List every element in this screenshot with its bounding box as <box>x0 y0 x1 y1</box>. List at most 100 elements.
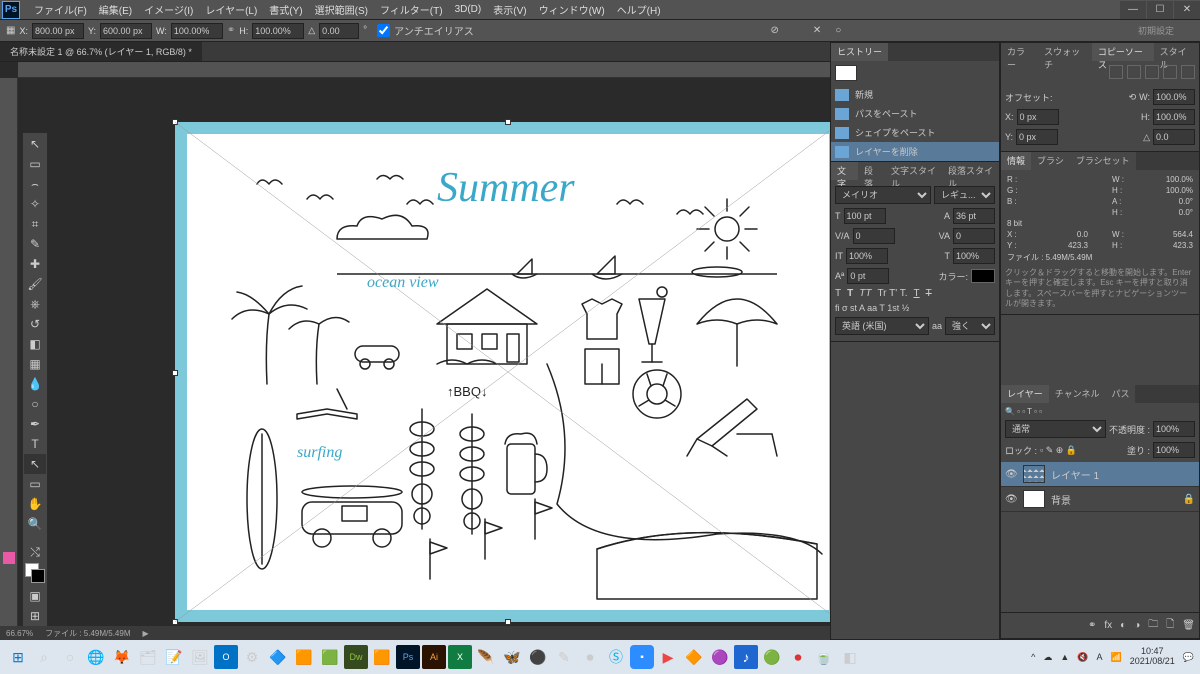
illustrator-icon[interactable]: Ai <box>422 645 446 669</box>
history-item[interactable]: レイヤーを削除 <box>831 142 999 161</box>
tray-volume-icon[interactable]: 🔇 <box>1077 652 1088 663</box>
transform-handle[interactable] <box>505 619 511 625</box>
zoom-tool[interactable]: 🔍 <box>24 514 46 534</box>
marquee-tool[interactable]: ▭ <box>24 154 46 174</box>
skype-icon[interactable]: Ⓢ <box>604 645 628 669</box>
clone-src-icon[interactable] <box>1163 65 1177 79</box>
swatch-tab[interactable]: スウォッチ <box>1038 43 1092 61</box>
src-x-input[interactable] <box>1017 109 1059 125</box>
crop-tool[interactable]: ⌗ <box>24 214 46 234</box>
font-select[interactable]: メイリオ <box>835 186 931 204</box>
app-icon[interactable]: 🔷 <box>266 645 290 669</box>
chrome-icon[interactable]: 🌐 <box>84 645 108 669</box>
baseline-input[interactable] <box>847 268 889 284</box>
charstyle-tab[interactable]: 文字スタイル <box>885 162 942 180</box>
leading-input[interactable] <box>953 208 995 224</box>
preset-label[interactable]: 初期設定 <box>1138 24 1174 37</box>
char-tab[interactable]: 文字 <box>831 162 858 180</box>
tray-chevron-icon[interactable]: ^ <box>1031 652 1035 662</box>
copysource-tab[interactable]: コピーソース <box>1092 43 1154 61</box>
menu-select[interactable]: 選択範囲(S) <box>309 0 374 20</box>
excel-icon[interactable]: X <box>448 645 472 669</box>
brush-tool[interactable]: 🖌 <box>24 274 46 294</box>
firefox-icon[interactable]: 🦊 <box>110 645 134 669</box>
opt-w-input[interactable] <box>171 23 223 39</box>
menu-type[interactable]: 書式(Y) <box>263 0 308 20</box>
group-icon[interactable]: 🗀 <box>1148 617 1158 634</box>
layers-tab[interactable]: レイヤー <box>1001 385 1049 403</box>
transform-handle[interactable] <box>172 370 178 376</box>
color-tab[interactable]: カラー <box>1001 43 1038 61</box>
parastyle-tab[interactable]: 段落スタイル <box>942 162 999 180</box>
menu-window[interactable]: ウィンドウ(W) <box>533 0 611 20</box>
cancel-icon[interactable]: ✕ <box>813 25 821 36</box>
transform-handle[interactable] <box>172 119 178 125</box>
vlc-icon[interactable]: 🔶 <box>682 645 706 669</box>
explorer-icon[interactable]: 🗂 <box>136 645 160 669</box>
opt-y-input[interactable] <box>100 23 152 39</box>
menu-image[interactable]: イメージ(I) <box>138 0 199 20</box>
mask-icon[interactable]: ◐ <box>1120 620 1126 631</box>
eyedropper-tool[interactable]: ✎ <box>24 234 46 254</box>
app-icon[interactable]: 🟩 <box>318 645 342 669</box>
adj-icon[interactable]: ◑ <box>1134 620 1140 631</box>
notes-icon[interactable]: 📝 <box>162 645 186 669</box>
hand-tool[interactable]: ✋ <box>24 494 46 514</box>
track-input[interactable] <box>953 228 995 244</box>
app-icon[interactable]: 🟣 <box>708 645 732 669</box>
shape-tool[interactable]: ▭ <box>24 474 46 494</box>
layer-row[interactable]: 👁レイヤー 1 <box>1001 462 1199 487</box>
style-select[interactable]: レギュ... <box>934 186 995 204</box>
photoshop-icon[interactable]: Ps <box>396 645 420 669</box>
history-item[interactable]: シェイプをペースト <box>831 123 999 142</box>
dreamweaver-icon[interactable]: Dw <box>344 645 368 669</box>
app-icon[interactable]: 🍵 <box>812 645 836 669</box>
src-a-input[interactable] <box>1153 129 1195 145</box>
clock[interactable]: 10:472021/08/21 <box>1130 647 1175 667</box>
app-icon[interactable]: 🦋 <box>500 645 524 669</box>
pen-tool[interactable]: ✒ <box>24 414 46 434</box>
menu-help[interactable]: ヘルプ(H) <box>611 0 667 20</box>
tray-ime-icon[interactable]: A <box>1097 652 1103 662</box>
paths-tab[interactable]: パス <box>1105 385 1135 403</box>
channels-tab[interactable]: チャンネル <box>1049 385 1106 403</box>
photos-icon[interactable]: 🖼 <box>188 645 212 669</box>
transform-handle[interactable] <box>505 119 511 125</box>
tray-drive-icon[interactable]: ▲ <box>1060 652 1069 662</box>
cancel-transform-icon[interactable]: ⊘ <box>770 25 778 36</box>
app-icon[interactable]: 🪶 <box>474 645 498 669</box>
brush-tab[interactable]: ブラシ <box>1031 152 1070 170</box>
search-button[interactable]: ⌕ <box>32 645 56 669</box>
record-icon[interactable]: ⏺ <box>786 645 810 669</box>
app-icon[interactable]: ♪ <box>734 645 758 669</box>
menu-layer[interactable]: レイヤー(L) <box>199 0 263 20</box>
sublime-icon[interactable]: 🟧 <box>370 645 394 669</box>
history-item[interactable]: 新規 <box>831 85 999 104</box>
screen-mode-tool[interactable]: ⊞ <box>24 606 46 626</box>
antialias-checkbox[interactable] <box>377 24 390 37</box>
app-icon[interactable]: 🟧 <box>292 645 316 669</box>
clone-src-icon[interactable] <box>1109 65 1123 79</box>
new-layer-icon[interactable]: 🗋 <box>1166 617 1174 634</box>
transform-handle[interactable] <box>172 619 178 625</box>
history-item[interactable]: パスをペースト <box>831 104 999 123</box>
menu-3d[interactable]: 3D(D) <box>449 1 488 18</box>
cortana-button[interactable]: ○ <box>58 645 82 669</box>
zoom-icon[interactable]: ▪ <box>630 645 654 669</box>
app-icon[interactable]: ⚫ <box>526 645 550 669</box>
app-icon[interactable]: ⏺ <box>578 645 602 669</box>
clone-src-icon[interactable] <box>1181 65 1195 79</box>
document-tab[interactable]: 名称未設定 1 @ 66.7% (レイヤー 1, RGB/8) * <box>0 42 202 61</box>
delete-layer-icon[interactable]: 🗑 <box>1182 620 1195 631</box>
stamp-tool[interactable]: ⎈ <box>24 294 46 314</box>
src-h-input[interactable] <box>1153 109 1195 125</box>
lasso-tool[interactable]: ⌢ <box>24 174 46 194</box>
close-button[interactable]: ✕ <box>1174 1 1200 19</box>
blend-select[interactable]: 通常 <box>1005 420 1106 438</box>
vscale-input[interactable] <box>846 248 888 264</box>
app-icon[interactable]: ▶ <box>656 645 680 669</box>
tray-cloud-icon[interactable]: ☁ <box>1043 652 1052 663</box>
opt-x-input[interactable] <box>32 23 84 39</box>
link-layers-icon[interactable]: ⚭ <box>1088 620 1096 631</box>
maximize-button[interactable]: ☐ <box>1147 1 1173 19</box>
